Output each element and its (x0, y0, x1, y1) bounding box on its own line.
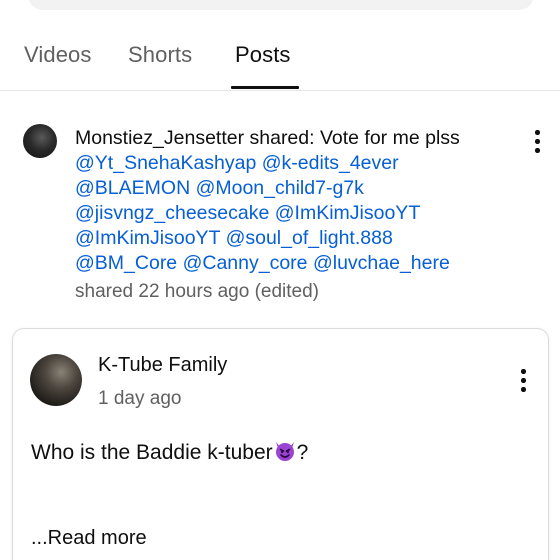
mention-link[interactable]: @BLAEMON (75, 177, 190, 199)
post-body-text: Who is the Baddie k-tuber (31, 441, 273, 464)
mention-link[interactable]: @jisvngz_cheesecake (75, 202, 269, 224)
mention-link[interactable]: @k-edits_4ever (262, 152, 399, 174)
channel-tabs: Videos Shorts Posts (0, 0, 560, 91)
mention-link[interactable]: @Yt_SnehaKashyap (75, 152, 256, 174)
channel-name[interactable]: K-Tube Family (98, 354, 227, 377)
active-tab-indicator (231, 86, 299, 89)
tab-videos[interactable]: Videos (24, 42, 91, 68)
tab-shorts[interactable]: Shorts (128, 42, 192, 68)
post-body-suffix: ? (296, 441, 309, 464)
more-vert-icon[interactable] (534, 130, 540, 154)
mention-link[interactable]: @luvchae_here (313, 252, 450, 274)
mention-link[interactable]: @Moon_child7-g7k (196, 177, 364, 199)
post-time: 1 day ago (98, 388, 182, 409)
tab-posts[interactable]: Posts (235, 42, 291, 68)
post-message: Vote for me plss (319, 127, 460, 149)
channel-avatar[interactable] (30, 354, 82, 406)
read-more-link[interactable]: ...Read more (31, 527, 147, 550)
mention-link[interactable]: @ImKimJisooYT (75, 227, 220, 249)
mention-link[interactable]: @BM_Core (75, 252, 177, 274)
more-vert-icon[interactable] (520, 369, 526, 393)
avatar[interactable] (23, 124, 57, 158)
mention-link[interactable]: @soul_of_light.888 (226, 227, 393, 249)
post-author[interactable]: Monstiez_Jensetter shared: (75, 127, 315, 149)
post-body: Who is the Baddie k-tuber? (31, 438, 308, 465)
smiling-devil-icon (275, 442, 294, 461)
post-timestamp: shared 22 hours ago (edited) (75, 281, 319, 302)
shared-post-text: Monstiez_Jensetter shared: Vote for me p… (75, 126, 505, 276)
mention-link[interactable]: @ImKimJisooYT (275, 202, 420, 224)
mention-link[interactable]: @Canny_core (183, 252, 308, 274)
